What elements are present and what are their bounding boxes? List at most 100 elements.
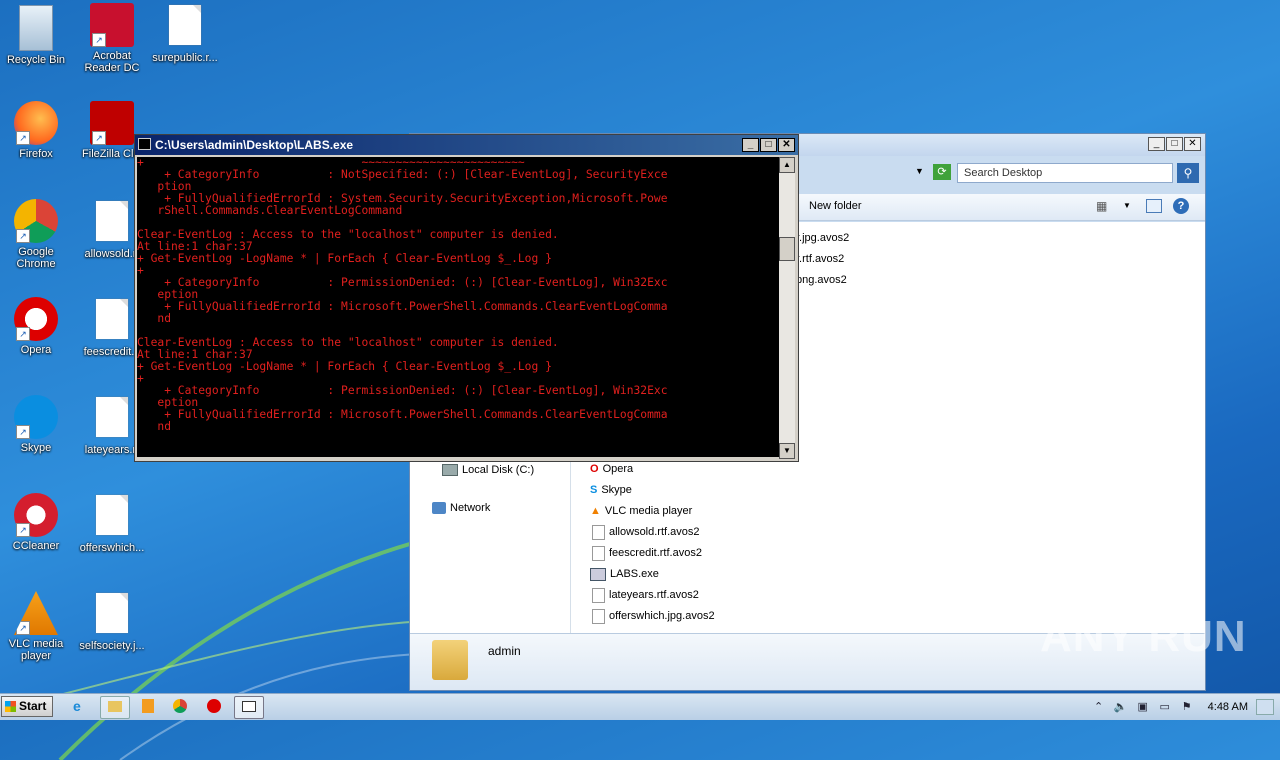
file-label: r.rtf.avos2: [796, 253, 845, 265]
minimize-button[interactable]: _: [742, 138, 759, 152]
desktop-icon-recycle-bin[interactable]: Recycle Bin: [0, 3, 72, 66]
file-label: allowsold.rtf.avos2: [609, 526, 700, 538]
maximize-button[interactable]: □: [1166, 137, 1183, 151]
list-item[interactable]: png.avos2: [796, 271, 847, 289]
console-line: rShell.Commands.ClearEventLogCommand: [137, 204, 403, 217]
nav-item-label: Local Disk (C:): [462, 464, 535, 476]
file-icon: [592, 524, 605, 540]
list-item[interactable]: S Skype: [590, 481, 632, 499]
desktop-icon-label: offerswhich...: [79, 542, 145, 554]
vlc-icon: ↗: [14, 591, 58, 635]
view-icon[interactable]: ▦: [1096, 199, 1107, 213]
nav-item-label: Network: [450, 502, 491, 514]
shortcut-arrow-icon: ↗: [16, 425, 30, 439]
desktop-icon-firefox[interactable]: ↗ Firefox: [0, 101, 72, 160]
shortcut-arrow-icon: ↗: [16, 327, 30, 341]
desktop-icon-chrome[interactable]: ↗ Google Chrome: [0, 199, 72, 270]
list-item[interactable]: offerswhich.jpg.avos2: [592, 607, 715, 625]
scrollbar[interactable]: ▲ ▼: [779, 157, 795, 459]
desktop-icon-selfsociety[interactable]: selfsociety.j...: [76, 591, 148, 652]
ie-icon[interactable]: e: [66, 696, 94, 717]
opera-taskbar-icon[interactable]: [200, 696, 228, 717]
scroll-up-icon[interactable]: ▲: [779, 157, 795, 173]
minimize-button[interactable]: _: [1148, 137, 1165, 151]
list-item[interactable]: lateyears.rtf.avos2: [592, 586, 699, 604]
desktop-icon-label: Google Chrome: [16, 246, 56, 270]
network-status-icon[interactable]: ▣: [1136, 700, 1150, 714]
shortcut-arrow-icon: ↗: [92, 131, 106, 145]
file-icon: [592, 587, 605, 603]
start-button[interactable]: Start: [1, 696, 53, 717]
help-icon[interactable]: ?: [1173, 198, 1189, 214]
file-label: Opera: [602, 463, 634, 475]
new-folder-button[interactable]: New folder: [809, 200, 862, 212]
desktop-icon-label: CCleaner: [12, 540, 60, 552]
desktop-icon-acrobat[interactable]: ↗ Acrobat Reader DC: [76, 3, 148, 74]
shortcut-arrow-icon: ↗: [16, 131, 30, 145]
skype-icon: ↗: [14, 395, 58, 439]
clock[interactable]: 4:48 AM: [1208, 701, 1248, 713]
document-icon: [96, 593, 128, 633]
file-label: feescredit.rtf.avos2: [609, 547, 702, 559]
console-line: + CategoryInfo : PermissionDenied: (:) […: [137, 384, 668, 397]
volume-icon[interactable]: 🔈: [1114, 700, 1128, 714]
preview-pane-icon[interactable]: [1146, 199, 1162, 213]
search-input[interactable]: Search Desktop: [957, 163, 1173, 183]
desktop-icon-label: selfsociety.j...: [79, 640, 145, 652]
console-taskbar-icon[interactable]: [234, 696, 264, 719]
scroll-down-icon[interactable]: ▼: [779, 443, 795, 459]
show-hidden-icons-icon[interactable]: ⌃: [1092, 700, 1106, 714]
search-icon[interactable]: ⚲: [1177, 163, 1199, 183]
list-item[interactable]: O Opera: [590, 460, 633, 478]
console-icon: [138, 138, 151, 150]
opera-icon: ↗: [14, 297, 58, 341]
list-item[interactable]: allowsold.rtf.avos2: [592, 523, 700, 541]
desktop-icon-surepublic[interactable]: surepublic.r...: [149, 3, 221, 64]
console-line: + Get-EventLog -LogName * | ForEach { Cl…: [137, 360, 552, 373]
list-item[interactable]: ▲ VLC media player: [590, 502, 692, 520]
desktop-icon-offerswhich[interactable]: offerswhich...: [76, 493, 148, 554]
desktop-icon-opera[interactable]: ↗ Opera: [0, 297, 72, 356]
power-icon[interactable]: ▭: [1158, 700, 1172, 714]
desktop-icon-label: Acrobat Reader DC: [84, 50, 140, 74]
file-label: Skype: [601, 484, 632, 496]
desktop-icon-skype[interactable]: ↗ Skype: [0, 395, 72, 454]
console-titlebar[interactable]: C:\Users\admin\Desktop\LABS.exe _ □ ✕: [135, 135, 798, 155]
console-output[interactable]: + ~~~~~~~~~~~~~~~~~~~~~~~~ + CategoryInf…: [137, 157, 779, 457]
address-bar: ▼ ⟳ Search Desktop ⚲: [785, 161, 1201, 185]
close-button[interactable]: ✕: [778, 138, 795, 152]
desktop-icon-ccleaner[interactable]: ↗ CCleaner: [0, 493, 72, 552]
close-button[interactable]: ✕: [1184, 137, 1201, 151]
list-item[interactable]: r.jpg.avos2: [796, 229, 849, 247]
windows-logo-icon: [5, 701, 16, 712]
file-icon: [592, 608, 605, 624]
maximize-button[interactable]: □: [760, 138, 777, 152]
explorer-taskbar-icon[interactable]: [100, 696, 130, 719]
action-center-flag-icon[interactable]: ⚑: [1180, 700, 1194, 714]
list-item[interactable]: r.rtf.avos2: [796, 250, 844, 268]
chrome-icon[interactable]: [166, 696, 194, 717]
console-line: nd: [137, 420, 172, 433]
user-folder-icon: [432, 640, 468, 680]
nav-item-network[interactable]: Network: [432, 499, 490, 517]
ccleaner-icon: ↗: [14, 493, 58, 537]
view-dropdown-icon[interactable]: ▼: [1123, 201, 1131, 210]
document-icon: [96, 397, 128, 437]
desktop-icon-vlc[interactable]: ↗ VLC media player: [0, 591, 72, 662]
list-item[interactable]: feescredit.rtf.avos2: [592, 544, 702, 562]
scroll-thumb[interactable]: [779, 237, 795, 261]
refresh-icon[interactable]: ⟳: [933, 164, 951, 180]
exe-icon: [590, 567, 606, 581]
chrome-icon: ↗: [14, 199, 58, 243]
file-label: png.avos2: [796, 274, 847, 286]
file-label: r.jpg.avos2: [796, 232, 850, 244]
media-player-icon[interactable]: [134, 696, 162, 717]
show-desktop-button[interactable]: [1256, 699, 1274, 715]
dropdown-icon[interactable]: ▼: [915, 166, 924, 176]
allowsold-icon: [90, 201, 134, 245]
list-item[interactable]: LABS.exe: [590, 565, 659, 583]
lateyears-icon: [90, 397, 134, 441]
vlc-icon: ▲: [590, 505, 601, 517]
system-tray: ⌃ 🔈 ▣ ▭ ⚑ 4:48 AM: [1092, 694, 1280, 720]
nav-item-local-disk[interactable]: Local Disk (C:): [442, 461, 534, 479]
